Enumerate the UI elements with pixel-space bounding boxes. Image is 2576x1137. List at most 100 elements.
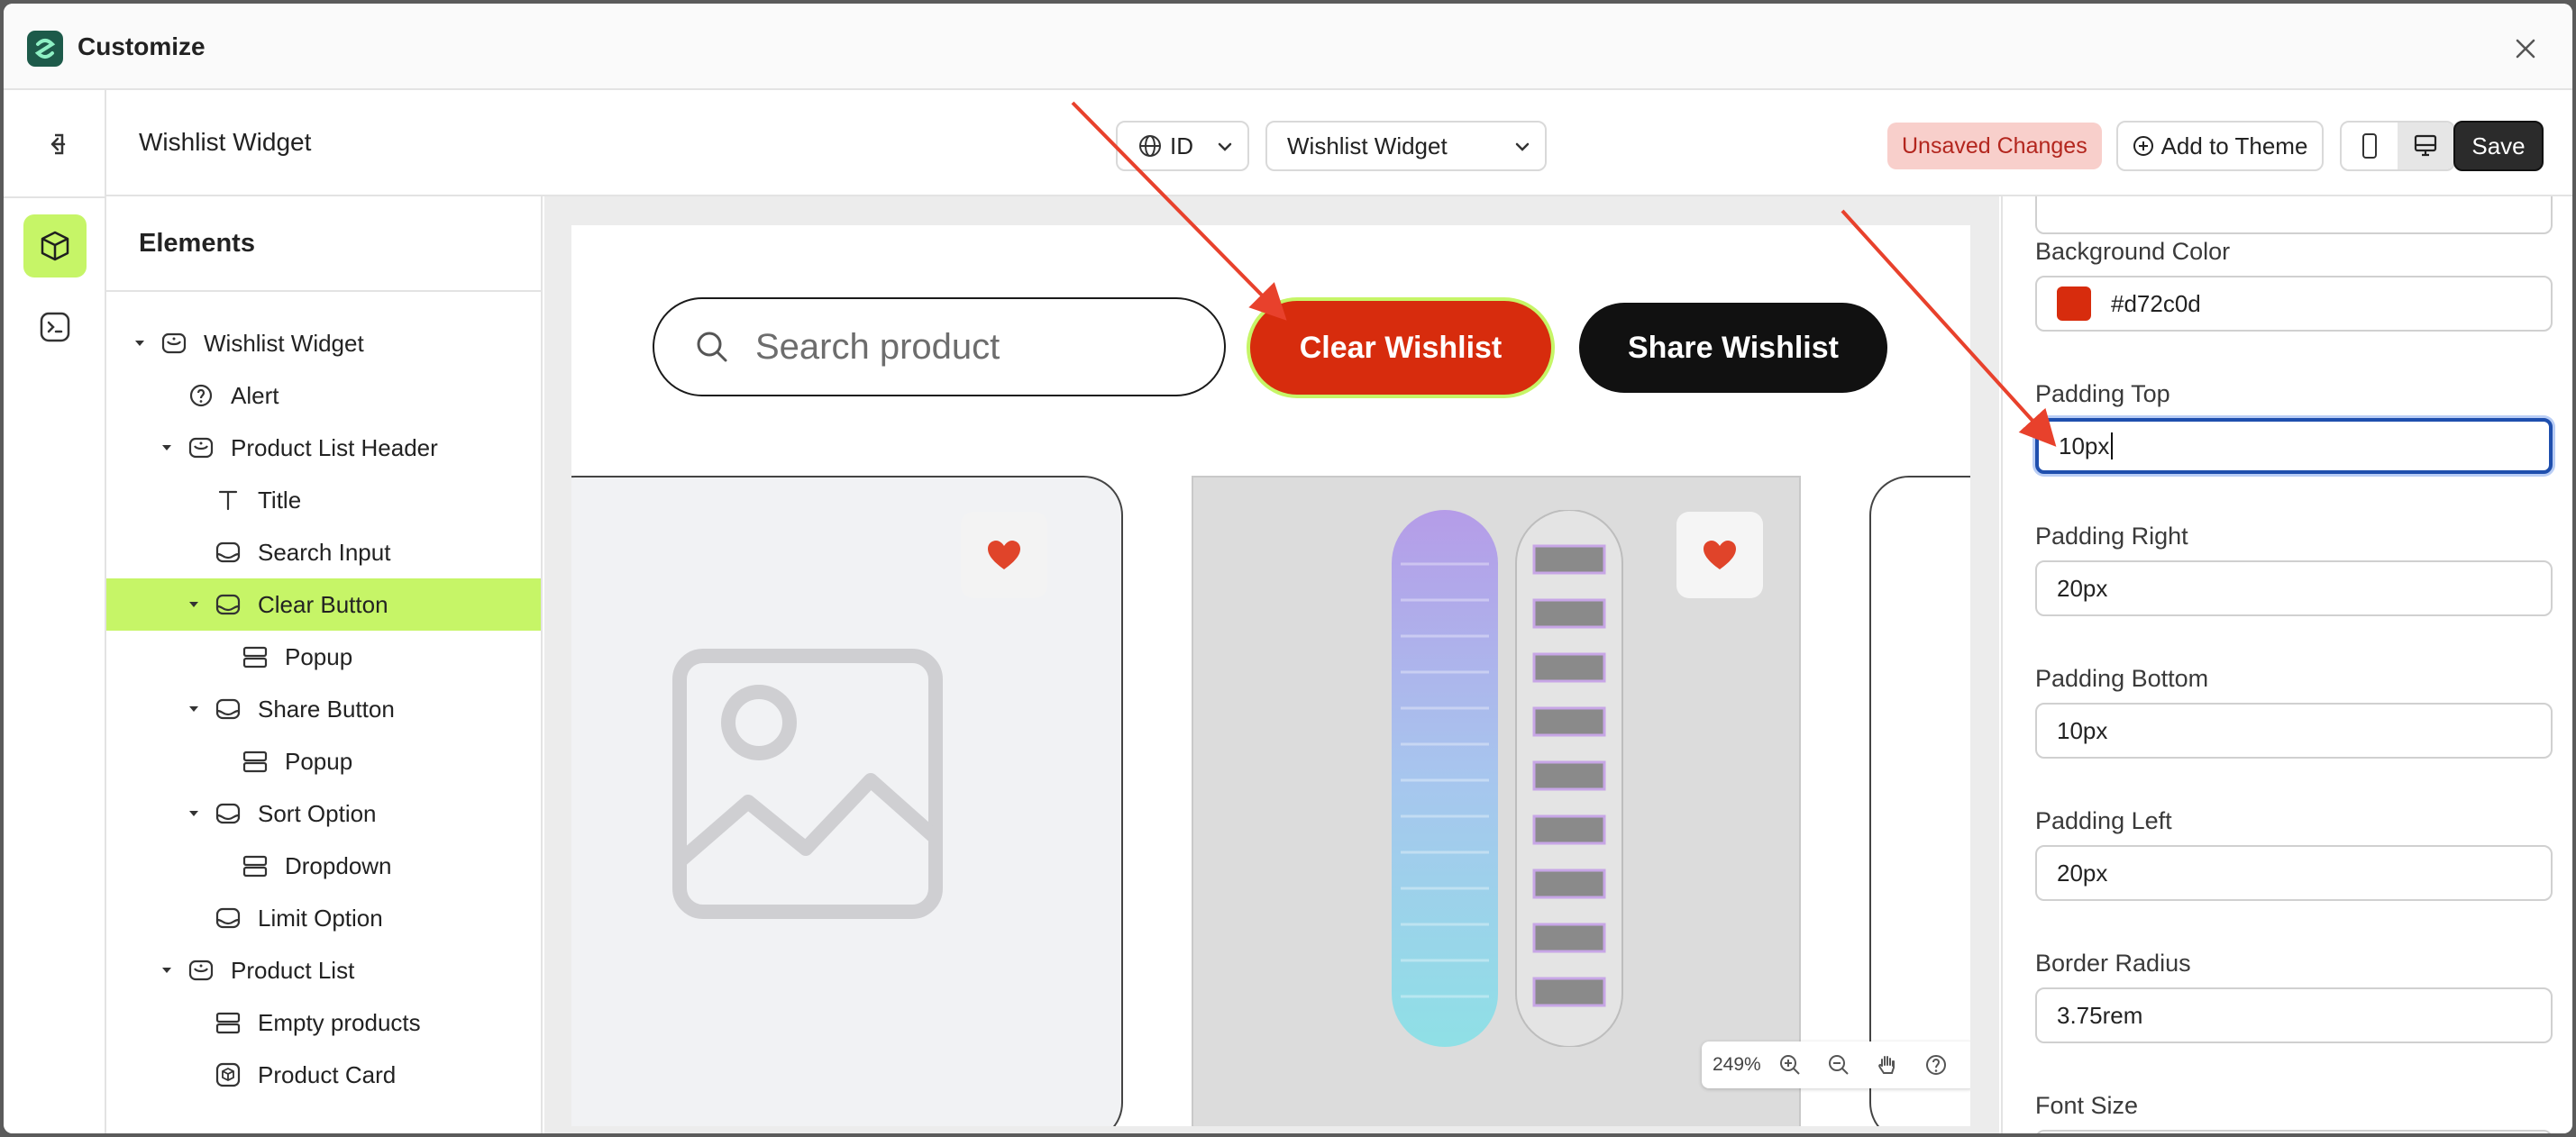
customize-window: Customize Wishlist Widget ID Wishlist Wi…: [4, 4, 2572, 1133]
property-value: 20px: [2057, 859, 2108, 887]
property-label: Padding Left: [2035, 807, 2172, 834]
padding-right-input[interactable]: 20px: [2035, 560, 2553, 616]
property-label: Padding Right: [2035, 523, 2188, 550]
tree-item-label: Dropdown: [285, 851, 392, 879]
preview-search-input[interactable]: Search product: [653, 297, 1226, 396]
tree-item-label: Clear Button: [258, 590, 388, 618]
tree-item[interactable]: Product List: [106, 944, 541, 996]
tree-item-label: Product List Header: [231, 433, 438, 461]
product-card[interactable]: [1192, 476, 1801, 1126]
padding-bottom-input[interactable]: 10px: [2035, 703, 2553, 759]
caret-down-icon[interactable]: [186, 808, 202, 819]
product-card[interactable]: [1869, 476, 1970, 1126]
padding-left-input[interactable]: 20px: [2035, 845, 2553, 901]
top-toolbar: Wishlist Widget ID Wishlist Widget Unsav…: [106, 90, 2572, 196]
tree-item-label: Product List: [231, 956, 355, 984]
elements-title: Elements: [139, 229, 255, 258]
caret-down-icon[interactable]: [159, 965, 175, 976]
caret-down-icon[interactable]: [159, 442, 175, 453]
text-cursor: [2111, 432, 2114, 459]
tree-item[interactable]: Limit Option: [106, 892, 541, 944]
wishlist-heart-button[interactable]: [1676, 512, 1763, 598]
tree-item[interactable]: Alert: [106, 369, 541, 422]
tree-item-label: Alert: [231, 381, 279, 409]
property-label: Font Size: [2035, 1092, 2139, 1119]
input-icon: [213, 589, 243, 620]
tree-item[interactable]: Dropdown: [106, 840, 541, 892]
property-value: 3.75rem: [2057, 1001, 2143, 1029]
tree-item[interactable]: Sort Option: [106, 787, 541, 840]
tree-item[interactable]: Title: [106, 474, 541, 526]
tree-item[interactable]: Search Input: [106, 526, 541, 578]
background-color-input[interactable]: #d72c0d: [2035, 276, 2553, 332]
tree-item-label: Popup: [285, 747, 353, 775]
tree-item-label: Product Card: [258, 1060, 397, 1088]
title-bar: Customize: [4, 4, 2572, 90]
chevron-down-icon: [1515, 142, 1530, 151]
caret-down-icon[interactable]: [186, 704, 202, 714]
property-value: #d72c0d: [2111, 289, 2201, 317]
rows-icon: [213, 1007, 243, 1038]
app-logo-icon: [27, 31, 63, 67]
tree-item[interactable]: Product List Header: [106, 422, 541, 474]
clear-wishlist-button[interactable]: Clear Wishlist: [1250, 301, 1551, 395]
section-icon: [186, 955, 216, 986]
cube-icon: [41, 231, 69, 261]
tree-item[interactable]: Clear Button: [106, 578, 541, 631]
add-to-theme-button[interactable]: Add to Theme: [2116, 121, 2324, 171]
desktop-view-button[interactable]: [2398, 123, 2453, 169]
tree-item[interactable]: Product Card: [106, 1049, 541, 1101]
terminal-icon: [40, 312, 70, 342]
zoom-out-icon[interactable]: [1819, 1045, 1859, 1085]
search-icon: [697, 332, 727, 362]
code-tab-button[interactable]: [34, 306, 76, 348]
tree-item[interactable]: Popup: [106, 735, 541, 787]
unsaved-changes-badge: Unsaved Changes: [1887, 123, 2102, 169]
elements-divider: [106, 290, 541, 292]
chevron-down-icon: [1218, 142, 1232, 151]
wishlist-heart-button[interactable]: [961, 512, 1047, 598]
share-wishlist-button[interactable]: Share Wishlist: [1579, 303, 1887, 393]
cube-icon: [213, 1060, 243, 1090]
exit-icon[interactable]: [34, 124, 74, 164]
tree-item-label: Title: [258, 486, 302, 514]
plus-circle-icon: [2133, 136, 2153, 156]
properties-panel: Background Color #d72c0d Padding Top 10px Pa…: [2001, 196, 2572, 1133]
close-icon[interactable]: [2507, 31, 2544, 67]
save-button[interactable]: Save: [2453, 121, 2544, 171]
caret-down-icon[interactable]: [132, 338, 148, 349]
caret-down-icon[interactable]: [186, 599, 202, 610]
search-placeholder: Search product: [755, 326, 1000, 367]
heart-icon: [1704, 541, 1736, 569]
language-select[interactable]: ID: [1116, 121, 1249, 171]
tree-item-label: Empty products: [258, 1008, 421, 1036]
tree-item[interactable]: Popup: [106, 631, 541, 683]
color-swatch[interactable]: [2057, 287, 2091, 321]
product-card[interactable]: [571, 476, 1123, 1126]
mobile-icon: [2362, 133, 2377, 159]
device-toggle: [2340, 121, 2455, 171]
previous-field[interactable]: [2035, 196, 2553, 234]
section-icon: [159, 328, 189, 359]
tree-item-label: Limit Option: [258, 904, 383, 932]
image-placeholder-icon: [672, 649, 943, 919]
border-radius-input[interactable]: 3.75rem: [2035, 987, 2553, 1043]
hand-pan-icon[interactable]: [1868, 1045, 1907, 1085]
help-icon[interactable]: [1916, 1045, 1956, 1085]
tree-item[interactable]: Empty products: [106, 996, 541, 1049]
font-size-input[interactable]: 14px: [2035, 1130, 2553, 1133]
tree-item-label: Share Button: [258, 695, 395, 723]
zoom-in-icon[interactable]: [1770, 1045, 1810, 1085]
globe-icon: [1139, 135, 1161, 157]
mobile-view-button[interactable]: [2342, 123, 2398, 169]
help-circle-icon: [186, 380, 216, 411]
padding-top-input[interactable]: 10px: [2035, 418, 2553, 474]
tree-item[interactable]: Wishlist Widget: [106, 317, 541, 369]
tree-item-label: Wishlist Widget: [204, 329, 364, 357]
tree-item[interactable]: Share Button: [106, 683, 541, 735]
elements-panel: Elements Wishlist Widget Alert Product Lis…: [106, 196, 543, 1133]
page-select[interactable]: Wishlist Widget: [1265, 121, 1547, 171]
add-to-theme-label: Add to Theme: [2160, 132, 2308, 159]
elements-tab-button[interactable]: [23, 214, 87, 277]
snowboard-image: [1515, 510, 1623, 1047]
